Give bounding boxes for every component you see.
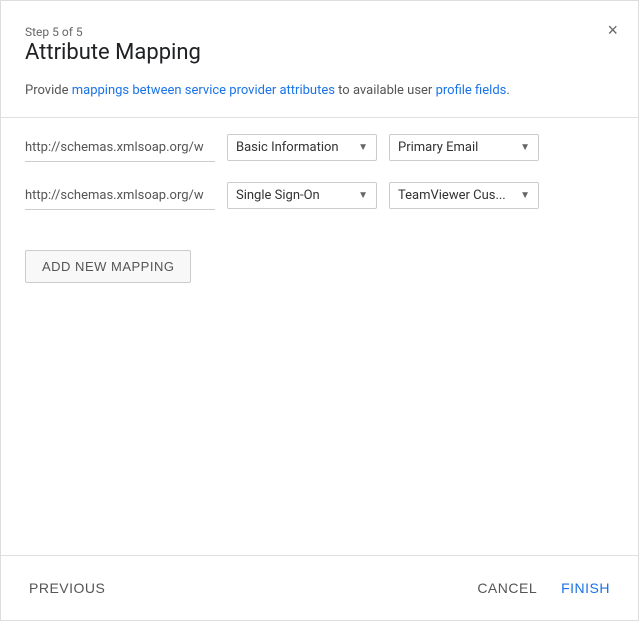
footer-right: CANCEL FINISH xyxy=(473,572,614,604)
dialog-footer: PREVIOUS CANCEL FINISH xyxy=(1,555,638,620)
step-label: Step 5 of 5 xyxy=(25,25,83,39)
mapping-row: http://schemas.xmlsoap.org/w Single Sign… xyxy=(25,182,614,210)
mapping-field-select-2[interactable]: TeamViewer Cus... ▼ xyxy=(389,182,539,209)
mapping-category-label-1: Basic Information xyxy=(236,140,350,155)
previous-button[interactable]: PREVIOUS xyxy=(25,572,109,604)
finish-button[interactable]: FINISH xyxy=(557,572,614,604)
cancel-button[interactable]: CANCEL xyxy=(473,572,541,604)
mapping-field-label-1: Primary Email xyxy=(398,140,512,155)
chevron-down-icon-4: ▼ xyxy=(520,190,530,201)
mapping-row: http://schemas.xmlsoap.org/w Basic Infor… xyxy=(25,134,614,162)
add-new-mapping-button[interactable]: ADD NEW MAPPING xyxy=(25,250,191,283)
mapping-field-label-2: TeamViewer Cus... xyxy=(398,188,512,203)
dialog-header: Step 5 of 5 Attribute Mapping × xyxy=(1,1,638,81)
chevron-down-icon-3: ▼ xyxy=(358,190,368,201)
mapping-category-select-1[interactable]: Basic Information ▼ xyxy=(227,134,377,161)
mapping-field-select-1[interactable]: Primary Email ▼ xyxy=(389,134,539,161)
close-button[interactable]: × xyxy=(603,17,622,43)
mapping-category-label-2: Single Sign-On xyxy=(236,188,350,203)
chevron-down-icon-2: ▼ xyxy=(520,142,530,153)
desc-highlight-2: profile fields xyxy=(436,83,507,98)
footer-left: PREVIOUS xyxy=(25,572,109,604)
desc-highlight-1: mappings between service provider attrib… xyxy=(72,83,335,98)
mapping-url-2: http://schemas.xmlsoap.org/w xyxy=(25,182,215,210)
dialog-title: Attribute Mapping xyxy=(25,40,614,65)
dialog-description: Provide mappings between service provide… xyxy=(1,81,638,117)
mapping-url-1: http://schemas.xmlsoap.org/w xyxy=(25,134,215,162)
mapping-category-select-2[interactable]: Single Sign-On ▼ xyxy=(227,182,377,209)
dialog-body: http://schemas.xmlsoap.org/w Basic Infor… xyxy=(1,134,638,556)
chevron-down-icon-1: ▼ xyxy=(358,142,368,153)
section-divider xyxy=(1,117,638,118)
attribute-mapping-dialog: Step 5 of 5 Attribute Mapping × Provide … xyxy=(0,0,639,621)
